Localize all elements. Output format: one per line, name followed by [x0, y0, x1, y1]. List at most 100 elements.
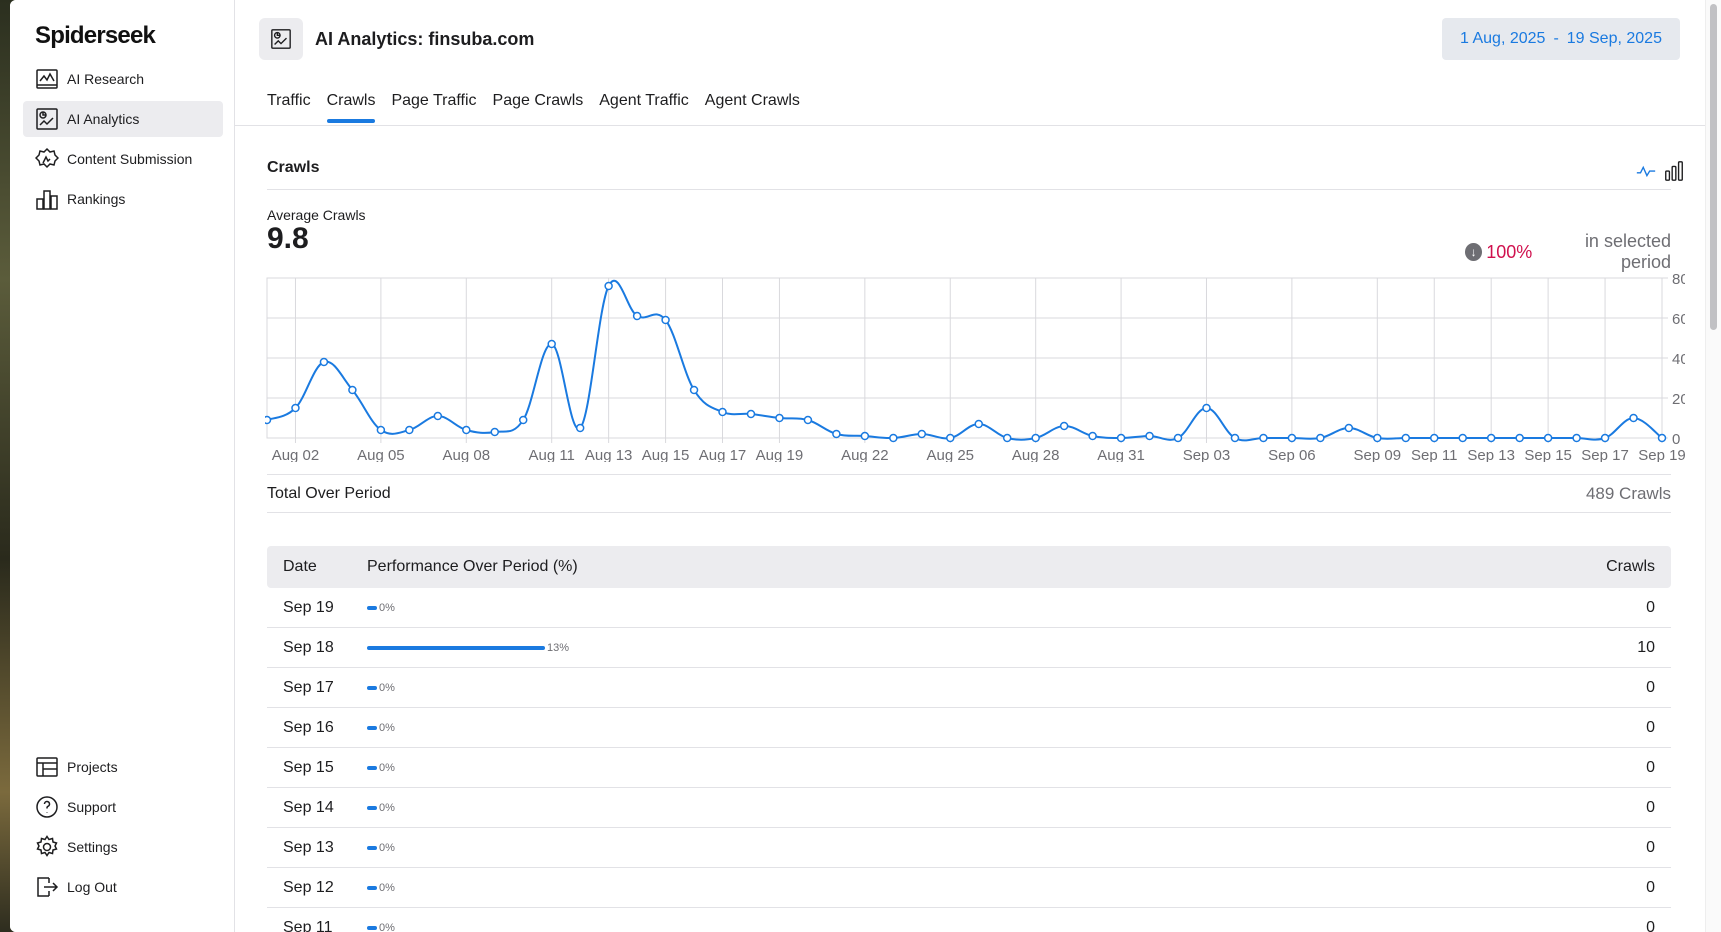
- data-point: [1259, 433, 1268, 443]
- row-crawls: 0: [1646, 878, 1655, 896]
- tab-crawls[interactable]: Crawls: [326, 92, 375, 123]
- table-header: Date Performance Over Period (%) Crawls: [267, 546, 1671, 588]
- row-date: Sep 19: [283, 598, 334, 616]
- data-point: [946, 433, 955, 443]
- date-range-picker[interactable]: 1 Aug, 2025 - 19 Sep, 2025: [1442, 18, 1680, 60]
- page-title: AI Analytics: finsuba.com: [315, 29, 535, 49]
- row-performance: 13%: [367, 642, 1551, 654]
- tab-agent-traffic[interactable]: Agent Traffic: [599, 92, 689, 123]
- app-window: Spiderseek AI Research AI Analytics Cont…: [10, 0, 1721, 932]
- row-performance: 0%: [367, 882, 1551, 894]
- row-performance: 0%: [367, 842, 1551, 854]
- ai-analytics-icon: [259, 18, 303, 60]
- date-range-end: 19 Sep, 2025: [1566, 30, 1662, 47]
- performance-bar: [367, 605, 377, 610]
- data-point: [860, 431, 870, 441]
- content-submission-icon: [35, 147, 59, 171]
- sidebar-item-rankings[interactable]: Rankings: [23, 181, 223, 217]
- chart-view-toggle: [1635, 160, 1685, 182]
- date-range-separator: -: [1553, 30, 1559, 47]
- table-row: Sep 15 0% 0: [267, 748, 1671, 788]
- performance-percent: 13%: [547, 641, 570, 654]
- row-date: Sep 13: [283, 838, 334, 856]
- ai-research-icon: [35, 67, 59, 91]
- data-point: [1401, 433, 1411, 443]
- y-tick-label: 20: [1672, 391, 1685, 408]
- table-row: Sep 17 0% 0: [267, 668, 1671, 708]
- performance-percent: 0%: [379, 721, 395, 734]
- tab-page-crawls[interactable]: Page Crawls: [493, 92, 584, 123]
- data-point: [376, 425, 386, 435]
- header-performance[interactable]: Performance Over Period (%): [367, 558, 1551, 576]
- page-scrollbar[interactable]: [1705, 0, 1721, 932]
- data-point: [433, 411, 443, 421]
- row-performance: 0%: [367, 802, 1551, 814]
- row-crawls: 0: [1646, 758, 1655, 776]
- sidebar-item-ai-research[interactable]: AI Research: [23, 61, 223, 97]
- tabs-divider: [235, 125, 1721, 126]
- performance-bar: [367, 885, 377, 890]
- scrollbar-thumb[interactable]: [1710, 4, 1717, 330]
- data-point: [1145, 431, 1154, 441]
- row-date: Sep 17: [283, 678, 334, 696]
- x-tick-label: Aug 19: [756, 447, 804, 462]
- data-point: [661, 315, 670, 325]
- data-point: [718, 407, 727, 417]
- bar-chart-icon[interactable]: [1663, 160, 1685, 182]
- data-point: [1344, 423, 1354, 433]
- sidebar-nav-top: AI Research AI Analytics Content Submiss…: [23, 61, 223, 221]
- data-point: [1088, 431, 1097, 441]
- series-line: [266, 279, 1663, 442]
- sidebar: Spiderseek AI Research AI Analytics Cont…: [10, 0, 235, 932]
- header-crawls[interactable]: Crawls: [1551, 558, 1671, 576]
- total-label: Total Over Period: [267, 484, 391, 502]
- data-point: [689, 385, 699, 395]
- sidebar-item-projects[interactable]: Projects: [23, 749, 223, 785]
- change-text: in selected period: [1584, 231, 1671, 272]
- row-crawls: 0: [1646, 598, 1655, 616]
- data-point: [1373, 433, 1382, 443]
- data-point: [832, 429, 841, 439]
- tab-page-traffic[interactable]: Page Traffic: [391, 92, 476, 123]
- performance-bar: [367, 645, 545, 650]
- data-point: [518, 415, 528, 425]
- sidebar-item-label: Rankings: [67, 191, 126, 207]
- data-point: [1458, 433, 1467, 443]
- tab-traffic[interactable]: Traffic: [267, 92, 311, 123]
- data-point: [1287, 433, 1297, 443]
- x-tick-label: Sep 17: [1581, 447, 1629, 462]
- sidebar-item-support[interactable]: Support: [23, 789, 223, 825]
- date-range-start: 1 Aug, 2025: [1460, 30, 1546, 47]
- sidebar-item-label: AI Research: [67, 71, 145, 87]
- section-title: Crawls: [267, 159, 320, 176]
- data-point: [405, 425, 414, 435]
- sidebar-item-log-out[interactable]: Log Out: [23, 869, 223, 905]
- sidebar-item-label: Settings: [67, 839, 118, 855]
- x-tick-label: Aug 15: [642, 447, 690, 462]
- performance-bar: [367, 685, 377, 690]
- data-point: [265, 415, 272, 425]
- table-row: Sep 13 0% 0: [267, 828, 1671, 868]
- average-label: Average Crawls: [267, 207, 366, 223]
- table-row: Sep 11 0% 0: [267, 908, 1671, 932]
- crawls-line-chart: 0 20 40 60 80 Aug 02 Aug 05 Aug 08 Aug 11 Aug 13 A…: [265, 272, 1685, 462]
- data-point: [547, 339, 556, 349]
- row-crawls: 0: [1646, 838, 1655, 856]
- sidebar-item-settings[interactable]: Settings: [23, 829, 223, 865]
- row-date: Sep 12: [283, 878, 334, 896]
- brand-logo[interactable]: Spiderseek: [35, 22, 156, 50]
- sidebar-item-label: Projects: [67, 759, 118, 775]
- sidebar-item-content-submission[interactable]: Content Submission: [23, 141, 223, 177]
- table-row: Sep 16 0% 0: [267, 708, 1671, 748]
- performance-bar: [367, 725, 377, 730]
- x-tick-label: Sep 15: [1524, 447, 1572, 462]
- line-chart-icon[interactable]: [1635, 160, 1657, 182]
- logout-icon: [35, 875, 59, 899]
- header-date[interactable]: Date: [267, 558, 367, 576]
- ai-analytics-icon: [35, 107, 59, 131]
- data-point: [291, 403, 300, 413]
- performance-percent: 0%: [379, 681, 395, 694]
- data-point: [575, 423, 585, 433]
- sidebar-item-ai-analytics[interactable]: AI Analytics: [23, 101, 223, 137]
- tab-agent-crawls[interactable]: Agent Crawls: [705, 92, 800, 123]
